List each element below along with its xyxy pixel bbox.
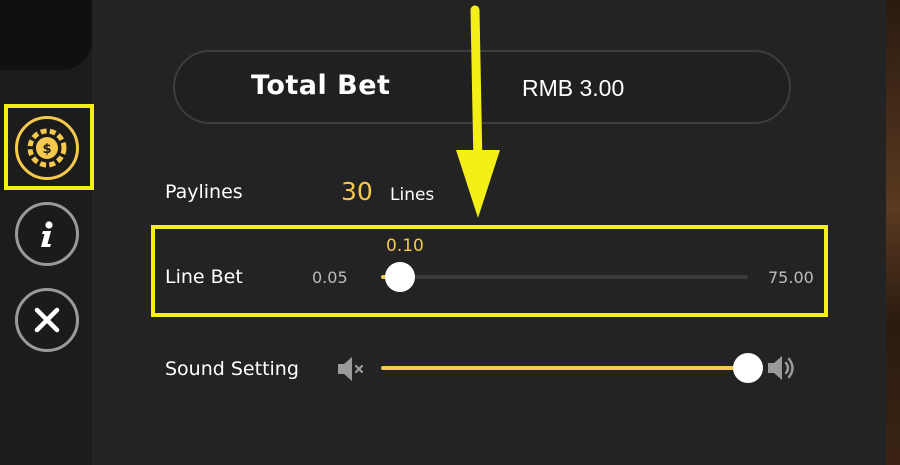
paylines-count: 30 — [341, 177, 373, 206]
line-bet-label: Line Bet — [165, 266, 243, 288]
close-icon — [34, 307, 60, 333]
paylines-unit: Lines — [390, 185, 435, 205]
info-button[interactable] — [15, 202, 79, 266]
line-bet-max: 75.00 — [768, 268, 814, 287]
speaker-mute-icon[interactable] — [336, 355, 368, 383]
close-button[interactable] — [15, 288, 79, 352]
line-bet-track — [381, 275, 748, 279]
speaker-volume-icon[interactable] — [766, 353, 800, 383]
total-bet-value: RMB 3.00 — [522, 75, 625, 101]
sound-slider-handle[interactable] — [733, 353, 763, 383]
sound-setting-label: Sound Setting — [165, 358, 299, 380]
line-bet-min: 0.05 — [312, 268, 348, 287]
bet-settings-highlight — [4, 104, 94, 190]
line-bet-highlight — [151, 225, 828, 317]
paylines-label: Paylines — [165, 181, 243, 203]
info-icon — [41, 221, 53, 247]
annotation-arrow — [456, 5, 500, 218]
sound-fill — [381, 366, 740, 370]
total-bet-label: Total Bet — [251, 70, 391, 101]
line-bet-slider-handle[interactable] — [385, 262, 415, 292]
line-bet-current-value: 0.10 — [386, 236, 424, 256]
